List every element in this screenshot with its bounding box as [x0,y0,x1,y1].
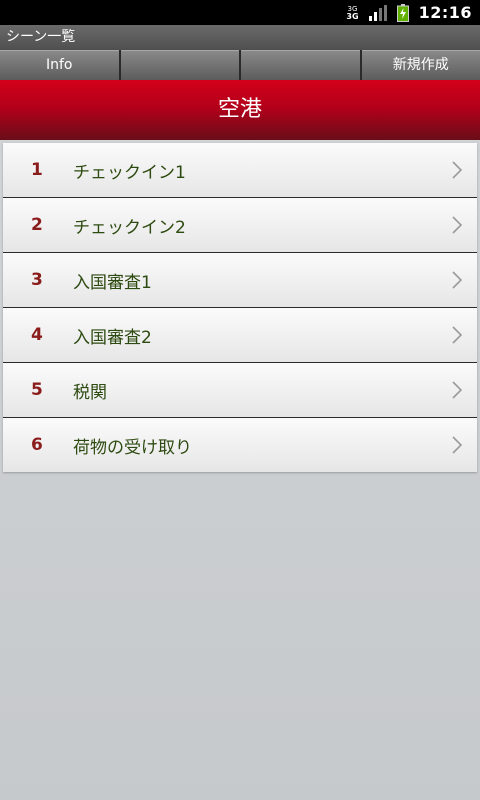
status-bar: 3G 3G 12:16 [0,0,480,25]
scene-item-6[interactable]: 6 荷物の受け取り [3,418,477,472]
scene-number: 4 [31,325,43,345]
category-header: 空港 [0,80,480,140]
battery-icon [396,3,409,22]
scene-item-2[interactable]: 2 チェックイン2 [3,198,477,253]
signal-icon [368,4,387,21]
status-icons: 3G 3G 12:16 [346,0,472,25]
chevron-right-icon [437,436,477,454]
app-title-bar: シーン一覧 [0,25,480,50]
screen: 3G 3G 12:16 シーン一覧 Info 新規作成 空港 1 チェックイン1… [0,0,480,800]
app-title: シーン一覧 [6,29,76,45]
scene-label: 荷物の受け取り [73,437,192,458]
chevron-right-icon [437,161,477,179]
scene-item-3[interactable]: 3 入国審査1 [3,253,477,308]
scene-label: チェックイン2 [73,217,186,238]
status-clock: 12:16 [418,3,472,22]
tab-row: Info 新規作成 [0,50,480,80]
scene-label: 税関 [73,382,107,403]
tab-blank-button-2[interactable] [241,50,360,80]
tab-blank-button-1[interactable] [120,50,239,80]
network-3g-icon: 3G 3G [346,5,358,21]
scene-item-1[interactable]: 1 チェックイン1 [3,143,477,198]
category-title: 空港 [217,97,262,122]
scene-label: 入国審査2 [73,327,152,348]
chevron-right-icon [437,381,477,399]
chevron-right-icon [437,326,477,344]
chevron-right-icon [437,271,477,289]
tab-new-button[interactable]: 新規作成 [361,50,480,80]
scene-list: 1 チェックイン1 2 チェックイン2 3 入国審査1 4 入国審査2 5 税関… [3,143,477,472]
scene-item-5[interactable]: 5 税関 [3,363,477,418]
scene-label: チェックイン1 [73,162,186,183]
tab-info-button[interactable]: Info [0,50,119,80]
scene-number: 2 [31,215,43,235]
scene-number: 3 [31,270,43,290]
scene-number: 6 [31,435,43,455]
network-label: 3G [346,11,359,21]
scene-label: 入国審査1 [73,272,152,293]
scene-item-4[interactable]: 4 入国審査2 [3,308,477,363]
chevron-right-icon [437,216,477,234]
scene-number: 5 [31,380,43,400]
scene-number: 1 [31,160,43,180]
